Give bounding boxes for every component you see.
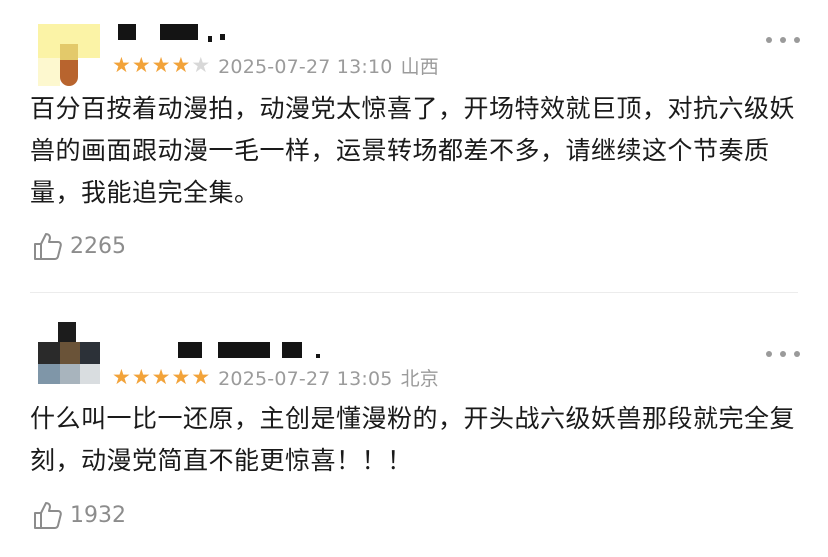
- star-icon: ★: [131, 364, 151, 389]
- star-icon: ★: [112, 364, 131, 389]
- review-card: ★ ★ ★ ★ ★ 2025-07-27 13:10 山西 百分百按着动漫拍，动漫党太惊喜…: [0, 0, 828, 290]
- star-icon: ★: [191, 364, 211, 389]
- avatar[interactable]: [38, 322, 100, 384]
- review-date: 2025-07-27 13:10: [218, 55, 393, 78]
- more-dots-icon[interactable]: [766, 348, 800, 360]
- star-icon: ★: [151, 52, 171, 77]
- star-icon: ★: [171, 364, 191, 389]
- star-icon: ★: [112, 52, 131, 77]
- review-date: 2025-07-27 13:05: [218, 367, 393, 390]
- divider: [30, 292, 798, 293]
- star-icon: ★: [191, 52, 211, 77]
- thumbs-up-icon: [34, 233, 62, 260]
- like-count: 1932: [70, 502, 126, 528]
- like-count: 2265: [70, 233, 126, 259]
- review-text: 什么叫一比一还原，主创是懂漫粉的，开头战六级妖兽那段就完全复刻，动漫党简直不能更…: [30, 404, 796, 475]
- star-rating: ★ ★ ★ ★ ★: [112, 364, 211, 389]
- thumbs-up-icon: [34, 502, 62, 529]
- username-redacted: [118, 24, 238, 42]
- star-icon: ★: [171, 52, 191, 77]
- star-icon: ★: [151, 364, 171, 389]
- review-card: ★ ★ ★ ★ ★ 2025-07-27 13:05 北京 什么叫一比一还原，主创是懂漫粉…: [0, 296, 828, 557]
- username-redacted: [178, 342, 328, 358]
- review-meta: ★ ★ ★ ★ ★ 2025-07-27 13:05 北京: [112, 364, 447, 390]
- review-meta: ★ ★ ★ ★ ★ 2025-07-27 13:10 山西: [112, 52, 447, 78]
- star-rating: ★ ★ ★ ★ ★: [112, 52, 211, 77]
- review-location: 山西: [400, 55, 439, 78]
- more-dots-icon[interactable]: [766, 34, 800, 46]
- like-button[interactable]: 2265: [32, 230, 126, 262]
- review-text: 百分百按着动漫拍，动漫党太惊喜了，开场特效就巨顶，对抗六级妖兽的画面跟动漫一毛一…: [30, 94, 796, 207]
- review-location: 北京: [400, 367, 439, 390]
- like-button[interactable]: 1932: [32, 499, 126, 531]
- avatar[interactable]: [38, 24, 100, 86]
- star-icon: ★: [131, 52, 151, 77]
